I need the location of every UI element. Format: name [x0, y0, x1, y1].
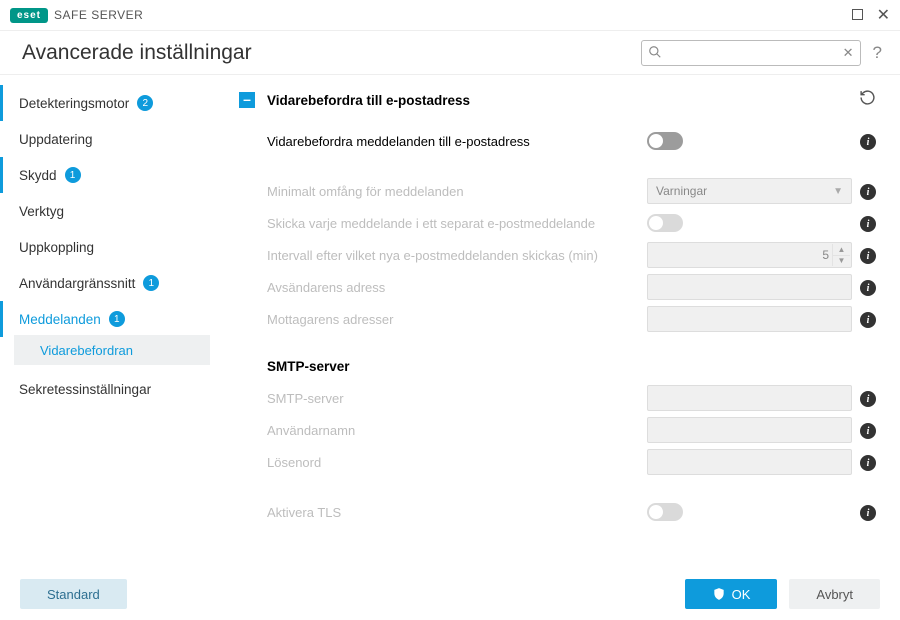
min-verbosity-select[interactable]: Varningar ▼ — [647, 178, 852, 204]
info-icon[interactable]: i — [860, 248, 876, 264]
sidebar-item-anvandargranssnitt[interactable]: Användargränssnitt 1 — [0, 265, 225, 301]
cancel-button-label: Avbryt — [816, 587, 853, 602]
info-icon[interactable]: i — [860, 455, 876, 471]
titlebar: eset SAFE SERVER ✕ — [0, 0, 900, 30]
separate-email-toggle[interactable] — [647, 214, 683, 232]
sidebar-badge: 1 — [65, 167, 81, 183]
sidebar-item-label: Uppdatering — [19, 132, 93, 147]
sidebar-item-skydd[interactable]: Skydd 1 — [0, 157, 225, 193]
stepper-up-icon[interactable]: ▲ — [832, 244, 850, 256]
smtp-user-label: Användarnamn — [267, 423, 647, 438]
sidebar-item-label: Sekretessinställningar — [19, 382, 151, 397]
product-name: SAFE SERVER — [54, 8, 143, 22]
info-icon[interactable]: i — [860, 312, 876, 328]
header: Avancerade inställningar ✕ ? — [0, 30, 900, 74]
sender-input[interactable] — [647, 274, 852, 300]
chevron-down-icon: ▼ — [833, 186, 843, 197]
interval-stepper[interactable]: 5 ▲ ▼ — [647, 242, 852, 268]
close-icon[interactable]: ✕ — [877, 5, 890, 25]
tls-toggle[interactable] — [647, 503, 683, 521]
interval-value: 5 — [822, 248, 829, 262]
info-icon[interactable]: i — [860, 134, 876, 150]
sidebar-item-uppkoppling[interactable]: Uppkoppling — [0, 229, 225, 265]
sidebar-item-sekretessinstallningar[interactable]: Sekretessinställningar — [0, 371, 225, 407]
search-input[interactable] — [641, 40, 861, 66]
section-title: Vidarebefordra till e-postadress — [267, 93, 470, 108]
recipients-input[interactable] — [647, 306, 852, 332]
page-title: Avancerade inställningar — [22, 41, 252, 65]
search-icon — [648, 45, 662, 62]
forward-enable-toggle[interactable] — [647, 132, 683, 150]
info-icon[interactable]: i — [860, 505, 876, 521]
clear-search-icon[interactable]: ✕ — [843, 45, 854, 61]
info-icon[interactable]: i — [860, 423, 876, 439]
sidebar-item-label: Verktyg — [19, 204, 64, 219]
sidebar-item-label: Skydd — [19, 168, 57, 183]
sidebar-badge: 1 — [109, 311, 125, 327]
smtp-server-label: SMTP-server — [267, 391, 647, 406]
stepper-down-icon[interactable]: ▼ — [832, 256, 850, 267]
sidebar-item-label: Uppkoppling — [19, 240, 94, 255]
ok-button-label: OK — [732, 587, 751, 602]
maximize-icon[interactable] — [852, 7, 863, 23]
ok-button[interactable]: OK — [685, 579, 778, 609]
smtp-header: SMTP-server — [267, 359, 876, 374]
brand-badge: eset — [10, 8, 48, 23]
min-verbosity-label: Minimalt omfång för meddelanden — [267, 184, 647, 199]
sidebar-item-label: Vidarebefordran — [40, 343, 133, 358]
default-button[interactable]: Standard — [20, 579, 127, 609]
forward-enable-label: Vidarebefordra meddelanden till e-postad… — [267, 134, 647, 149]
sidebar-badge: 2 — [137, 95, 153, 111]
sidebar-item-uppdatering[interactable]: Uppdatering — [0, 121, 225, 157]
min-verbosity-value: Varningar — [656, 184, 707, 198]
sidebar-item-label: Meddelanden — [19, 312, 101, 327]
info-icon[interactable]: i — [860, 280, 876, 296]
sidebar-item-label: Detekteringsmotor — [19, 96, 129, 111]
shield-icon — [712, 587, 726, 601]
smtp-pass-input[interactable] — [647, 449, 852, 475]
smtp-pass-label: Lösenord — [267, 455, 647, 470]
sidebar-item-verktyg[interactable]: Verktyg — [0, 193, 225, 229]
settings-panel: – Vidarebefordra till e-postadress Vidar… — [225, 75, 900, 568]
info-icon[interactable]: i — [860, 391, 876, 407]
info-icon[interactable]: i — [860, 184, 876, 200]
smtp-server-input[interactable] — [647, 385, 852, 411]
sidebar-badge: 1 — [143, 275, 159, 291]
footer: Standard OK Avbryt — [0, 568, 900, 620]
sidebar: Detekteringsmotor 2 Uppdatering Skydd 1 … — [0, 75, 225, 568]
sidebar-item-meddelanden[interactable]: Meddelanden 1 — [0, 301, 225, 337]
recipients-label: Mottagarens adresser — [267, 312, 647, 327]
collapse-icon[interactable]: – — [239, 92, 255, 108]
smtp-user-input[interactable] — [647, 417, 852, 443]
interval-label: Intervall efter vilket nya e-postmeddela… — [267, 248, 647, 263]
revert-icon[interactable] — [859, 89, 876, 111]
sidebar-subitem-vidarebefordran[interactable]: Vidarebefordran — [14, 335, 210, 365]
sidebar-item-label: Användargränssnitt — [19, 276, 135, 291]
help-icon[interactable]: ? — [873, 43, 882, 63]
tls-label: Aktivera TLS — [267, 505, 647, 520]
info-icon[interactable]: i — [860, 216, 876, 232]
cancel-button[interactable]: Avbryt — [789, 579, 880, 609]
sender-label: Avsändarens adress — [267, 280, 647, 295]
separate-email-label: Skicka varje meddelande i ett separat e-… — [267, 216, 647, 231]
default-button-label: Standard — [47, 587, 100, 602]
sidebar-item-detekteringsmotor[interactable]: Detekteringsmotor 2 — [0, 85, 225, 121]
